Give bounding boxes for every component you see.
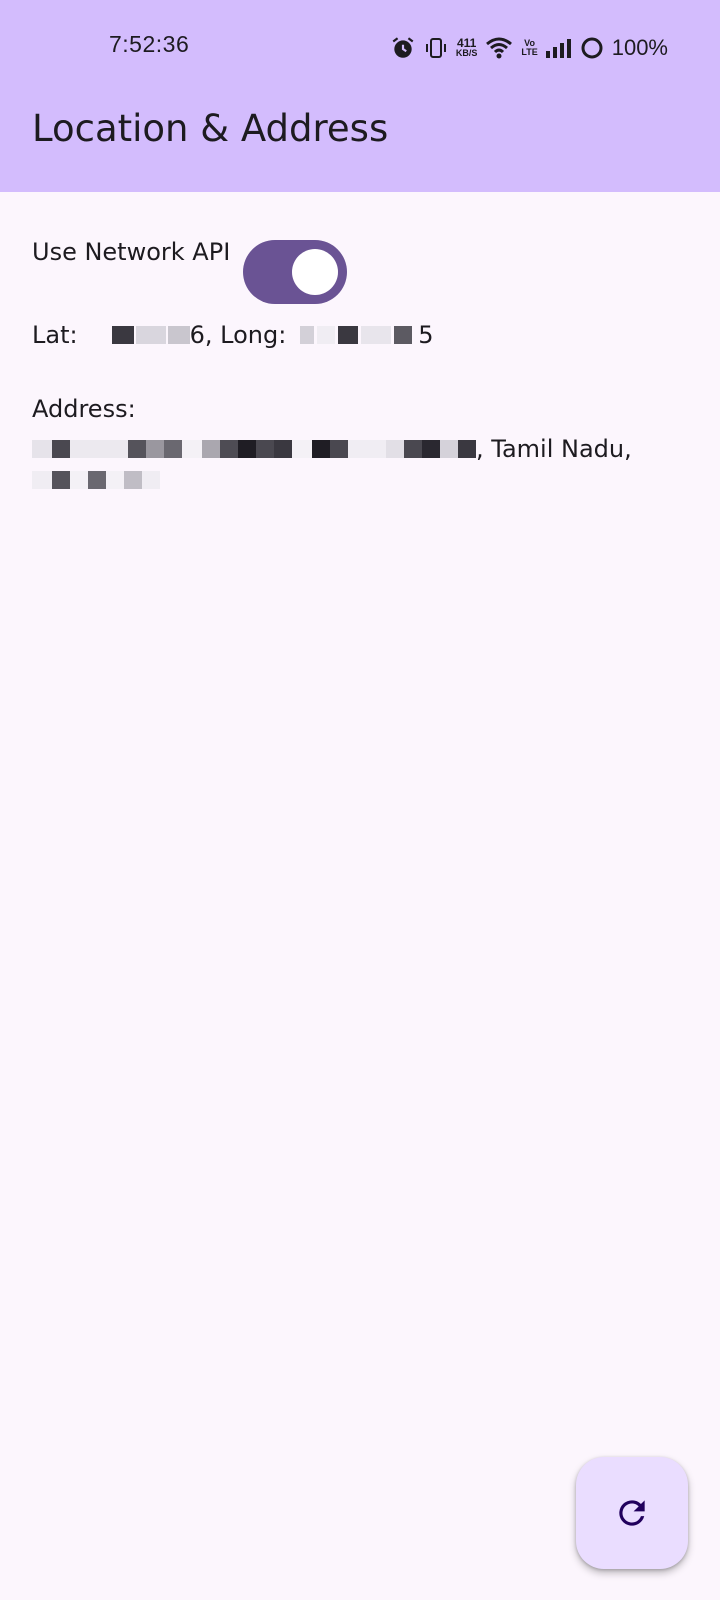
long-value-suffix: 5: [418, 321, 434, 349]
address-line-1: , Tamil Nadu,: [32, 435, 632, 463]
net-speed: 411 KB/S: [455, 36, 478, 58]
refresh-icon: [613, 1494, 651, 1532]
battery-icon: [580, 36, 604, 60]
network-api-row: Use Network API: [32, 238, 230, 266]
network-api-switch[interactable]: [243, 240, 347, 304]
address-line-2: [32, 471, 160, 489]
long-value-redacted: [300, 326, 413, 344]
long-label: , Long:: [204, 321, 287, 349]
alarm-icon: [390, 35, 416, 61]
network-api-label: Use Network API: [32, 238, 231, 266]
address-redacted-1: [32, 440, 476, 458]
vibrate-icon: [424, 36, 448, 60]
wifi-icon: [485, 36, 513, 60]
lat-label: Lat:: [32, 321, 78, 349]
app-bar: 7:52:36 411 KB/S Vo LTE 100% Location & …: [0, 0, 720, 192]
address-visible-part: , Tamil Nadu,: [476, 435, 632, 463]
status-time: 7:52:36: [109, 31, 190, 57]
battery-percent: 100%: [611, 35, 668, 60]
refresh-button[interactable]: [576, 1457, 688, 1569]
address-redacted-2: [32, 471, 160, 489]
signal-icon: [545, 38, 572, 58]
switch-thumb: [292, 249, 338, 295]
lat-value-redacted: [111, 326, 190, 344]
status-icons: 411 KB/S Vo LTE 100%: [390, 31, 668, 65]
lat-value-suffix: 6: [189, 321, 205, 349]
coordinates-row: Lat: 6 , Long: 5: [32, 321, 434, 349]
volte-indicator: Vo LTE: [521, 38, 538, 57]
page-title: Location & Address: [32, 107, 389, 150]
address-label: Address:: [32, 395, 136, 423]
